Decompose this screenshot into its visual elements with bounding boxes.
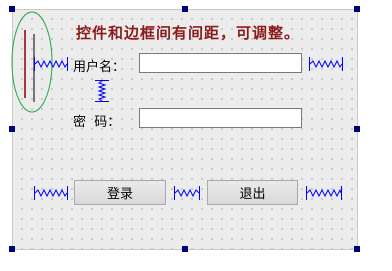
designer-stage: 控件和边框间有间距，可调整。 用户名： 密 码： 登录 退出 [0,0,392,271]
horizontal-spring-icon[interactable] [34,185,68,201]
password-field[interactable] [139,108,302,128]
password-label: 密 码： [73,115,121,130]
horizontal-spring-icon[interactable] [306,185,342,201]
horizontal-spring-icon[interactable] [174,185,200,201]
horizontal-spring-icon[interactable] [309,56,343,72]
vertical-spring-icon[interactable] [94,80,110,102]
selection-handle-bottom-middle[interactable] [182,246,188,252]
selection-handle-top-middle[interactable] [182,6,188,12]
title-label: 控件和边框间有间距，可调整。 [76,24,301,42]
selection-handle-middle-left[interactable] [9,126,15,132]
exit-button[interactable]: 退出 [207,180,298,205]
selection-handle-bottom-left[interactable] [9,246,15,252]
selection-handle-top-right[interactable] [354,6,360,12]
form-canvas[interactable] [12,9,358,250]
username-field[interactable] [139,53,302,73]
login-button[interactable]: 登录 [74,180,166,205]
selection-handle-bottom-right[interactable] [354,246,360,252]
selection-handle-middle-right[interactable] [354,126,360,132]
horizontal-spring-icon[interactable] [34,56,68,72]
username-label: 用户名： [73,60,126,75]
